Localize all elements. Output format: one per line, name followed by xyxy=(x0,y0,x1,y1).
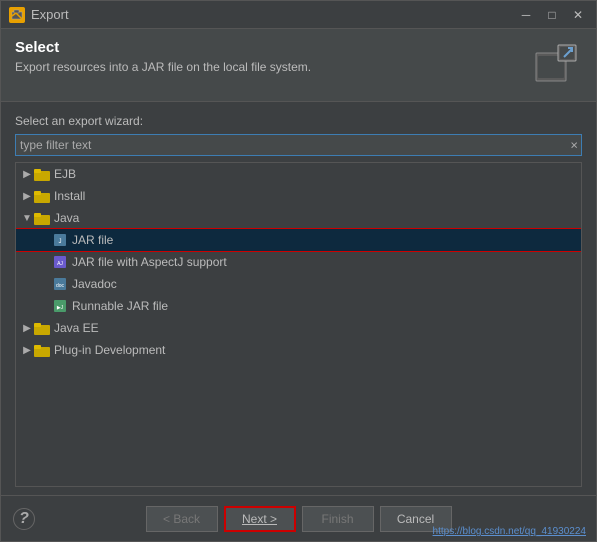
tree-arrow-runnable-jar xyxy=(38,299,52,313)
footer: ? < Back Next > Finish Cancel https://bl… xyxy=(1,495,596,541)
folder-icon-java-ee xyxy=(34,322,50,334)
tree-arrow-javadoc xyxy=(38,277,52,291)
export-dialog: Export ─ □ ✕ Select Export resources int… xyxy=(0,0,597,542)
javadoc-icon: doc xyxy=(52,276,68,292)
tree-item-plugin-dev[interactable]: Plug-in Development xyxy=(16,339,581,361)
finish-button[interactable]: Finish xyxy=(302,506,374,532)
filter-label: Select an export wizard: xyxy=(15,114,582,128)
header-subtitle: Export resources into a JAR file on the … xyxy=(15,60,530,74)
folder-icon-ejb xyxy=(34,168,50,180)
title-bar-controls: ─ □ ✕ xyxy=(516,5,588,25)
folder-icon-java xyxy=(34,212,50,224)
content-section: Select an export wizard: × EJB xyxy=(1,102,596,495)
maximize-button[interactable]: □ xyxy=(542,5,562,25)
tree-label-java-ee: Java EE xyxy=(54,321,99,335)
tree-item-runnable-jar[interactable]: ▶J Runnable JAR file xyxy=(16,295,581,317)
tree-arrow-jar-file xyxy=(38,233,52,247)
jar-aspectj-icon: AJ xyxy=(52,254,68,270)
tree-label-plugin-dev: Plug-in Development xyxy=(54,343,165,357)
tree-label-javadoc: Javadoc xyxy=(72,277,117,291)
header-section: Select Export resources into a JAR file … xyxy=(1,29,596,102)
filter-input-wrap: × xyxy=(15,134,582,156)
tree-arrow-install[interactable] xyxy=(20,189,34,203)
minimize-button[interactable]: ─ xyxy=(516,5,536,25)
footer-buttons: < Back Next > Finish Cancel xyxy=(146,506,452,532)
svg-text:J: J xyxy=(59,239,62,245)
window-icon xyxy=(9,7,25,23)
header-title: Select xyxy=(15,39,530,56)
tree-arrow-jar-aspectj xyxy=(38,255,52,269)
tree-item-ejb[interactable]: EJB xyxy=(16,163,581,185)
tree-item-jar-aspectj[interactable]: AJ JAR file with AspectJ support xyxy=(16,251,581,273)
tree-item-jar-file[interactable]: J JAR file xyxy=(16,229,581,251)
filter-clear-button[interactable]: × xyxy=(570,139,578,152)
help-button[interactable]: ? xyxy=(13,508,35,530)
tree-label-ejb: EJB xyxy=(54,167,76,181)
header-text: Select Export resources into a JAR file … xyxy=(15,39,530,74)
footer-url: https://blog.csdn.net/qq_41930224 xyxy=(433,526,586,537)
jar-file-icon: J xyxy=(52,232,68,248)
tree-label-runnable-jar: Runnable JAR file xyxy=(72,299,168,313)
export-wizard-icon xyxy=(534,43,578,87)
header-icon-area xyxy=(530,39,582,91)
tree-arrow-java-ee[interactable] xyxy=(20,321,34,335)
folder-icon-plugin-dev xyxy=(34,344,50,356)
tree-label-install: Install xyxy=(54,189,85,203)
tree-item-java[interactable]: Java xyxy=(16,207,581,229)
tree-label-java: Java xyxy=(54,211,79,225)
tree-arrow-plugin-dev[interactable] xyxy=(20,343,34,357)
tree-arrow-java[interactable] xyxy=(20,211,34,225)
tree-view: EJB Install xyxy=(15,162,582,487)
title-bar: Export ─ □ ✕ xyxy=(1,1,596,29)
tree-item-java-ee[interactable]: Java EE xyxy=(16,317,581,339)
back-button[interactable]: < Back xyxy=(146,506,218,532)
svg-text:doc: doc xyxy=(56,283,65,289)
close-button[interactable]: ✕ xyxy=(568,5,588,25)
svg-text:▶J: ▶J xyxy=(57,305,64,311)
tree-label-jar-aspectj: JAR file with AspectJ support xyxy=(72,255,227,269)
folder-icon-install xyxy=(34,190,50,202)
window-title: Export xyxy=(31,7,516,22)
svg-text:AJ: AJ xyxy=(57,261,63,267)
tree-label-jar-file: JAR file xyxy=(72,233,113,247)
tree-item-install[interactable]: Install xyxy=(16,185,581,207)
filter-input[interactable] xyxy=(15,134,582,156)
tree-item-javadoc[interactable]: doc Javadoc xyxy=(16,273,581,295)
next-button[interactable]: Next > xyxy=(224,506,296,532)
tree-arrow-ejb[interactable] xyxy=(20,167,34,181)
runnable-jar-icon: ▶J xyxy=(52,298,68,314)
